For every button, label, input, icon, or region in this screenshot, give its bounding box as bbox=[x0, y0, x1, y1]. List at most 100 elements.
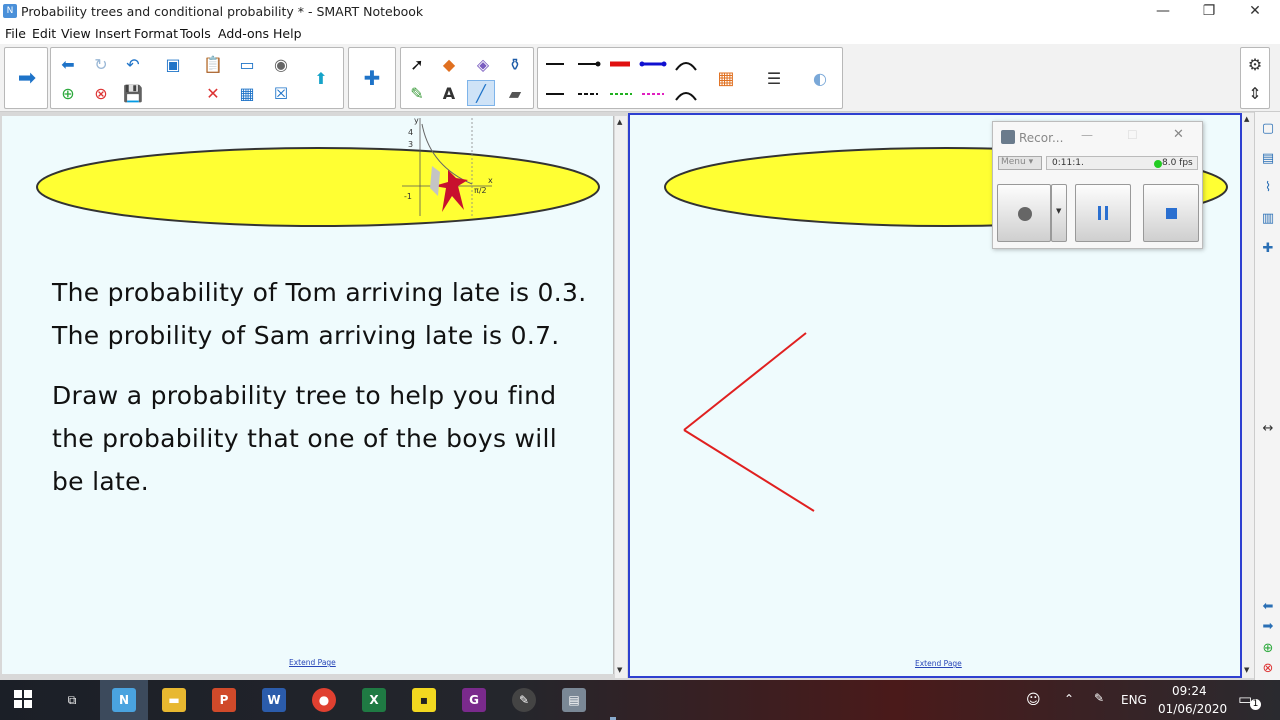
pen-workspace-icon[interactable]: ✎ bbox=[1094, 691, 1104, 705]
task-line-1: Draw a probability tree to help you find bbox=[52, 381, 557, 410]
sidebar-resize-icon[interactable]: ↔ bbox=[1259, 420, 1277, 438]
sidebar-add-page-icon[interactable]: ⊕ bbox=[1259, 640, 1277, 658]
recorder-close-button[interactable]: ✕ bbox=[1173, 127, 1184, 142]
eraser-tool-icon[interactable]: ◈ bbox=[469, 51, 497, 77]
graph-y-label: y bbox=[414, 116, 419, 125]
record-options-button[interactable]: ▼ bbox=[1051, 184, 1067, 242]
chrome-icon[interactable]: ● bbox=[312, 688, 336, 712]
excel-icon[interactable]: X bbox=[362, 688, 386, 712]
pdf-app-icon[interactable]: G bbox=[462, 688, 486, 712]
windows-start-icon[interactable] bbox=[14, 690, 34, 710]
toolbar-group-addons: ✚ bbox=[348, 47, 396, 109]
restore-button[interactable]: ❐ bbox=[1186, 0, 1232, 24]
scroll-down-icon-right[interactable]: ▼ bbox=[1244, 666, 1249, 674]
menu-tools[interactable]: Tools bbox=[180, 26, 211, 41]
sidebar-previous-icon[interactable]: ⬅ bbox=[1259, 598, 1277, 616]
right-page-scrollbar[interactable]: ▲ ▼ bbox=[1242, 113, 1254, 678]
powerpoint-icon[interactable]: P bbox=[212, 688, 236, 712]
menu-format[interactable]: Format bbox=[134, 26, 178, 41]
next-page-icon[interactable]: ➡ bbox=[13, 65, 41, 91]
close-math-icon[interactable]: ☒ bbox=[267, 80, 295, 106]
sketch-app-icon[interactable]: ✎ bbox=[512, 688, 536, 712]
line-tool-icon[interactable]: ╱ bbox=[467, 80, 495, 106]
menu-file[interactable]: File bbox=[5, 26, 26, 41]
menu-help[interactable]: Help bbox=[273, 26, 302, 41]
recorder-time: 0:11:1. bbox=[1052, 158, 1084, 168]
delete-page-icon[interactable]: ⊗ bbox=[87, 80, 115, 106]
smart-notebook-icon: N bbox=[3, 4, 17, 18]
eraser-icon[interactable]: ▰ bbox=[501, 80, 529, 106]
menu-edit[interactable]: Edit bbox=[32, 26, 56, 41]
task-line-3: be late. bbox=[52, 467, 149, 496]
previous-page-icon[interactable]: ⬅ bbox=[54, 51, 82, 77]
pens-tool-icon[interactable]: ✎ bbox=[403, 80, 431, 106]
record-button[interactable] bbox=[997, 184, 1051, 242]
table-icon[interactable]: ▦ bbox=[233, 80, 261, 106]
recorder-window[interactable]: Recor... — ☐ ✕ Menu ▾ 0:11:1. 8.0 fps ▼ bbox=[992, 121, 1203, 249]
stop-button[interactable] bbox=[1143, 184, 1199, 242]
recorder-menu-dropdown[interactable]: Menu ▾ bbox=[998, 156, 1042, 170]
left-page[interactable]: y 4 3 -1 x π/2 The probability of Tom ar… bbox=[2, 116, 614, 674]
menu-view[interactable]: View bbox=[61, 26, 91, 41]
scroll-down-icon[interactable]: ▼ bbox=[617, 666, 622, 674]
move-toolbar-icon[interactable]: ⇕ bbox=[1241, 80, 1269, 106]
sidebar-add-ons-icon[interactable]: ✚ bbox=[1259, 240, 1277, 258]
color-palette-icon[interactable]: ▦ bbox=[712, 65, 740, 91]
effects-icon[interactable]: ◐ bbox=[806, 65, 834, 91]
recorder-title: Recor... bbox=[1019, 131, 1064, 145]
screen-shade-icon[interactable]: ▣ bbox=[159, 51, 187, 77]
question-line-1: The probability of Tom arriving late is … bbox=[52, 278, 587, 307]
gear-icon[interactable]: ⚙ bbox=[1241, 51, 1269, 77]
menu-addons[interactable]: Add-ons bbox=[218, 26, 269, 41]
scroll-up-icon[interactable]: ▲ bbox=[617, 118, 622, 126]
attachments-icon[interactable]: ⌇ bbox=[1259, 179, 1277, 197]
screen-capture-icon[interactable]: ▭ bbox=[233, 51, 261, 77]
right-sidebar: ▢ ▤ ⌇ ▥ ✚ ↔ ⬅ ➡ ⊕ ⊗ bbox=[1254, 112, 1280, 680]
recorder-maximize-button[interactable]: ☐ bbox=[1127, 128, 1138, 142]
taskbar: ⧉ N ▬ P W ● X ▪ G ✎ ▤ ☺ ⌃ ✎ ENG 09:24 01… bbox=[0, 680, 1280, 720]
text-tool-icon[interactable]: A bbox=[435, 80, 463, 106]
graph-y-tick-top: 4 bbox=[408, 128, 414, 137]
scroll-up-icon-right[interactable]: ▲ bbox=[1244, 115, 1249, 123]
line-style-swatches[interactable] bbox=[538, 48, 844, 110]
recorder-taskbar-icon[interactable]: ▤ bbox=[562, 688, 586, 712]
close-button[interactable]: ✕ bbox=[1232, 0, 1278, 24]
page-sorter-icon[interactable]: ▢ bbox=[1259, 120, 1277, 138]
insert-media-icon[interactable]: ◉ bbox=[267, 51, 295, 77]
window-title: Probability trees and conditional probab… bbox=[21, 4, 424, 19]
line-properties-icon[interactable]: ☰ bbox=[760, 65, 788, 91]
properties-icon[interactable]: ▥ bbox=[1259, 210, 1277, 228]
clock-date[interactable]: 01/06/2020 bbox=[1158, 702, 1227, 716]
minimize-button[interactable]: — bbox=[1140, 0, 1186, 24]
gallery-icon[interactable]: ▤ bbox=[1259, 150, 1277, 168]
recorder-minimize-button[interactable]: — bbox=[1081, 128, 1093, 142]
add-page-icon[interactable]: ⊕ bbox=[54, 80, 82, 106]
fill-tool-icon[interactable]: ⚱ bbox=[501, 51, 529, 77]
smart-notebook-taskbar-icon[interactable]: N bbox=[112, 688, 136, 712]
delete-icon[interactable]: ✕ bbox=[199, 80, 227, 106]
add-ons-icon[interactable]: ✚ bbox=[358, 65, 386, 91]
menu-insert[interactable]: Insert bbox=[95, 26, 131, 41]
paste-icon[interactable]: 📋 bbox=[199, 51, 227, 77]
document-camera-icon[interactable]: ⬆ bbox=[307, 65, 335, 91]
people-icon[interactable]: ☺ bbox=[1026, 692, 1041, 708]
language-indicator[interactable]: ENG bbox=[1121, 693, 1147, 707]
word-icon[interactable]: W bbox=[262, 688, 286, 712]
extend-page-link-right[interactable]: Extend Page bbox=[915, 659, 962, 668]
select-tool-icon[interactable]: ➚ bbox=[403, 51, 431, 77]
clock-time[interactable]: 09:24 bbox=[1172, 684, 1207, 698]
extend-page-link-left[interactable]: Extend Page bbox=[289, 658, 336, 667]
sticky-notes-icon[interactable]: ▪ bbox=[412, 688, 436, 712]
graph-y-tick-bottom: -1 bbox=[404, 192, 412, 201]
show-hidden-icons-icon[interactable]: ⌃ bbox=[1064, 692, 1074, 706]
redo-icon[interactable]: ↻ bbox=[87, 51, 115, 77]
save-icon[interactable]: 💾 bbox=[119, 80, 147, 106]
shapes-tool-icon[interactable]: ◆ bbox=[435, 51, 463, 77]
task-view-icon[interactable]: ⧉ bbox=[60, 688, 84, 712]
undo-icon[interactable]: ↶ bbox=[119, 51, 147, 77]
pause-button[interactable] bbox=[1075, 184, 1131, 242]
file-explorer-icon[interactable]: ▬ bbox=[162, 688, 186, 712]
sidebar-next-icon[interactable]: ➡ bbox=[1259, 618, 1277, 636]
sidebar-delete-page-icon[interactable]: ⊗ bbox=[1259, 660, 1277, 678]
left-page-scrollbar[interactable]: ▲ ▼ bbox=[615, 116, 627, 678]
